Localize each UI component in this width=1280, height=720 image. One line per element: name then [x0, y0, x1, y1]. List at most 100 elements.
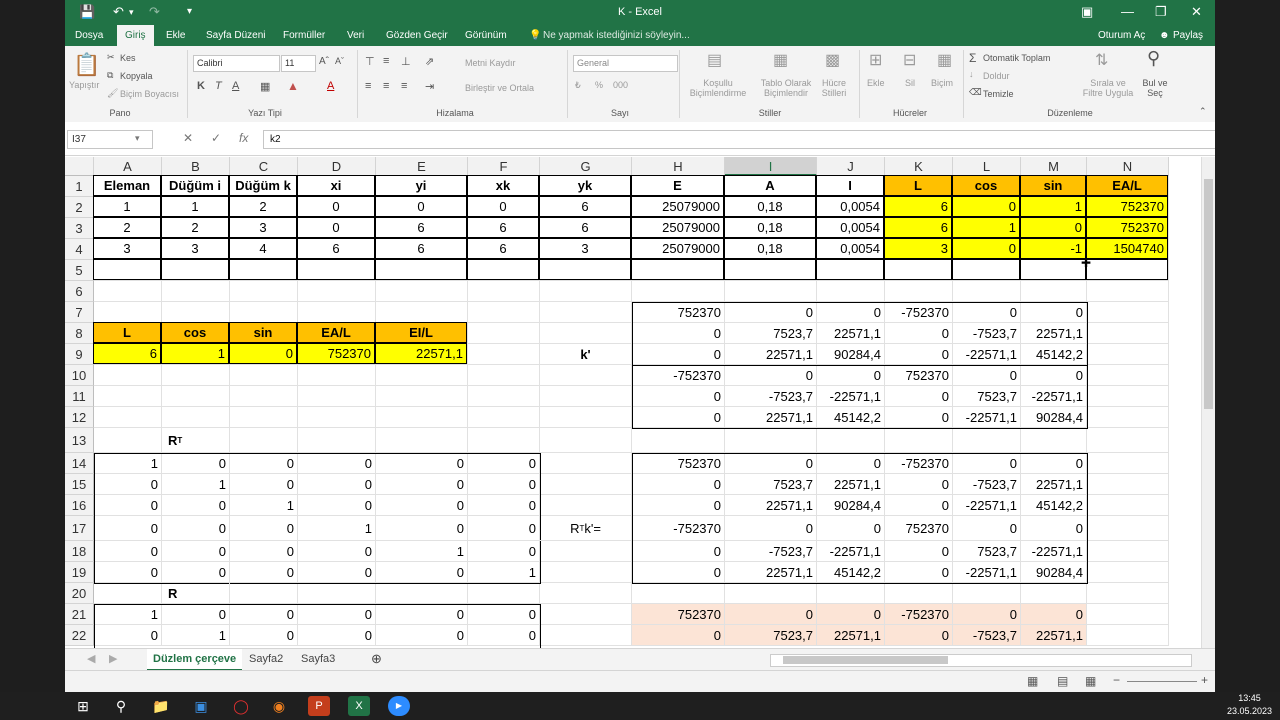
table1-cell[interactable]: 2: [161, 217, 229, 238]
rtk-cell[interactable]: 45142,2: [1021, 495, 1087, 516]
empty-cell[interactable]: [540, 365, 632, 386]
sign-in-link[interactable]: Oturum Aç: [1098, 30, 1145, 41]
empty-cell[interactable]: [885, 428, 953, 453]
insert-cells-icon[interactable]: ⊞: [869, 50, 882, 70]
empty-cell[interactable]: [376, 428, 468, 453]
row-header-9[interactable]: 9: [65, 344, 94, 365]
copy-button[interactable]: Kopyala: [120, 71, 153, 81]
restore-icon[interactable]: ❐: [1155, 4, 1167, 20]
rt-cell[interactable]: 0: [376, 516, 468, 541]
table2-value-cell[interactable]: 22571,1: [375, 343, 467, 364]
empty-cell[interactable]: [540, 453, 632, 474]
empty-cell[interactable]: [468, 344, 540, 365]
empty-cell[interactable]: [94, 428, 162, 453]
rt-cell[interactable]: 1: [230, 495, 298, 516]
table1-cell[interactable]: 6: [467, 217, 539, 238]
rtk-cell[interactable]: -22571,1: [953, 562, 1021, 583]
empty-cell[interactable]: [94, 386, 162, 407]
rt-cell[interactable]: 0: [230, 516, 298, 541]
table1-header-cell[interactable]: xk: [467, 175, 539, 196]
table1-cell[interactable]: 3: [93, 238, 161, 259]
excel-taskbar-icon[interactable]: X: [348, 696, 370, 716]
empty-cell[interactable]: [953, 428, 1021, 453]
rt-cell[interactable]: 0: [162, 495, 230, 516]
table1-cell[interactable]: 0,0054: [816, 196, 884, 217]
autosum-button[interactable]: Otomatik Toplam: [983, 53, 1050, 63]
table1-cell[interactable]: 0,18: [724, 196, 816, 217]
table1-cell[interactable]: 1: [93, 196, 161, 217]
tab-review[interactable]: Gözden Geçir: [386, 30, 448, 41]
row-header-21[interactable]: 21: [65, 604, 94, 625]
row-header-3[interactable]: 3: [65, 218, 94, 239]
zoom-app-icon[interactable]: ▶: [388, 696, 410, 716]
table1-empty-cell[interactable]: [884, 259, 952, 280]
column-header-j[interactable]: J: [817, 157, 885, 176]
table1-cell[interactable]: 0: [1020, 217, 1086, 238]
empty-cell[interactable]: [885, 281, 953, 302]
empty-cell[interactable]: [1087, 428, 1169, 453]
italic-icon[interactable]: T: [215, 80, 222, 92]
empty-cell[interactable]: [230, 386, 298, 407]
table1-empty-cell[interactable]: [724, 259, 816, 280]
empty-cell[interactable]: [1021, 281, 1087, 302]
fill-button[interactable]: Doldur: [983, 71, 1010, 81]
zoom-in-icon[interactable]: +: [1201, 673, 1208, 687]
empty-cell[interactable]: [1087, 474, 1169, 495]
kprime-cell[interactable]: 90284,4: [1021, 407, 1087, 428]
formula-input[interactable]: k2: [263, 130, 1215, 149]
font-size-select[interactable]: 11: [281, 55, 316, 72]
rtk-cell[interactable]: 22571,1: [725, 562, 817, 583]
table1-cell[interactable]: 752370: [1086, 217, 1168, 238]
taskbar-clock[interactable]: 13:45 23.05.2023: [1227, 692, 1272, 718]
rt-cell[interactable]: 0: [94, 562, 162, 583]
row-header-15[interactable]: 15: [65, 474, 94, 495]
table1-cell[interactable]: 6: [539, 217, 631, 238]
empty-cell[interactable]: [468, 323, 540, 344]
rtk-cell[interactable]: 0: [632, 541, 725, 562]
empty-cell[interactable]: [1087, 625, 1169, 646]
kprime-cell[interactable]: -752370: [632, 365, 725, 386]
empty-cell[interactable]: [376, 386, 468, 407]
empty-cell[interactable]: [298, 428, 376, 453]
table1-cell[interactable]: 0: [297, 196, 375, 217]
table1-cell[interactable]: 6: [884, 196, 952, 217]
table1-cell[interactable]: 0: [952, 196, 1020, 217]
table1-empty-cell[interactable]: [1086, 259, 1168, 280]
decrease-font-icon[interactable]: Aˇ: [335, 56, 344, 66]
rt-cell[interactable]: 1: [298, 516, 376, 541]
tab-home[interactable]: Giriş: [117, 25, 154, 46]
align-center-icon[interactable]: ≡: [383, 80, 389, 92]
rt-cell[interactable]: 0: [468, 474, 540, 495]
empty-cell[interactable]: [1087, 365, 1169, 386]
table1-header-cell[interactable]: Düğüm k: [229, 175, 297, 196]
rtk-cell[interactable]: -752370: [885, 453, 953, 474]
table1-header-cell[interactable]: yi: [375, 175, 467, 196]
kprime-cell[interactable]: 0: [725, 302, 817, 323]
product-cell[interactable]: 22571,1: [1021, 625, 1087, 646]
vertical-scrollbar[interactable]: [1201, 157, 1215, 648]
empty-cell[interactable]: [298, 386, 376, 407]
row-header-17[interactable]: 17: [65, 516, 94, 541]
percent-icon[interactable]: %: [595, 80, 603, 90]
table2-header-cell[interactable]: sin: [229, 322, 297, 343]
rtk-cell[interactable]: 0: [953, 516, 1021, 541]
table1-cell[interactable]: 25079000: [631, 238, 724, 259]
vertical-scroll-thumb[interactable]: [1204, 179, 1213, 409]
tab-file[interactable]: Dosya: [75, 30, 103, 41]
delete-cells-icon[interactable]: ⊟: [903, 50, 916, 70]
column-header-e[interactable]: E: [376, 157, 468, 176]
empty-cell[interactable]: [540, 495, 632, 516]
kprime-cell[interactable]: 0: [632, 386, 725, 407]
rt-cell[interactable]: 0: [230, 541, 298, 562]
kprime-cell[interactable]: 0: [885, 407, 953, 428]
page-layout-view-icon[interactable]: ▤: [1057, 674, 1068, 688]
empty-cell[interactable]: [376, 302, 468, 323]
format-painter-icon[interactable]: 🖌: [107, 88, 118, 99]
table1-cell[interactable]: 1: [952, 217, 1020, 238]
align-bottom-icon[interactable]: ⊥: [401, 55, 411, 68]
empty-cell[interactable]: [540, 386, 632, 407]
empty-cell[interactable]: [376, 365, 468, 386]
row-header-22[interactable]: 22: [65, 625, 94, 646]
tell-me-box[interactable]: Ne yapmak istediğinizi söyleyin...: [543, 30, 690, 41]
rtk-cell[interactable]: 0: [725, 516, 817, 541]
